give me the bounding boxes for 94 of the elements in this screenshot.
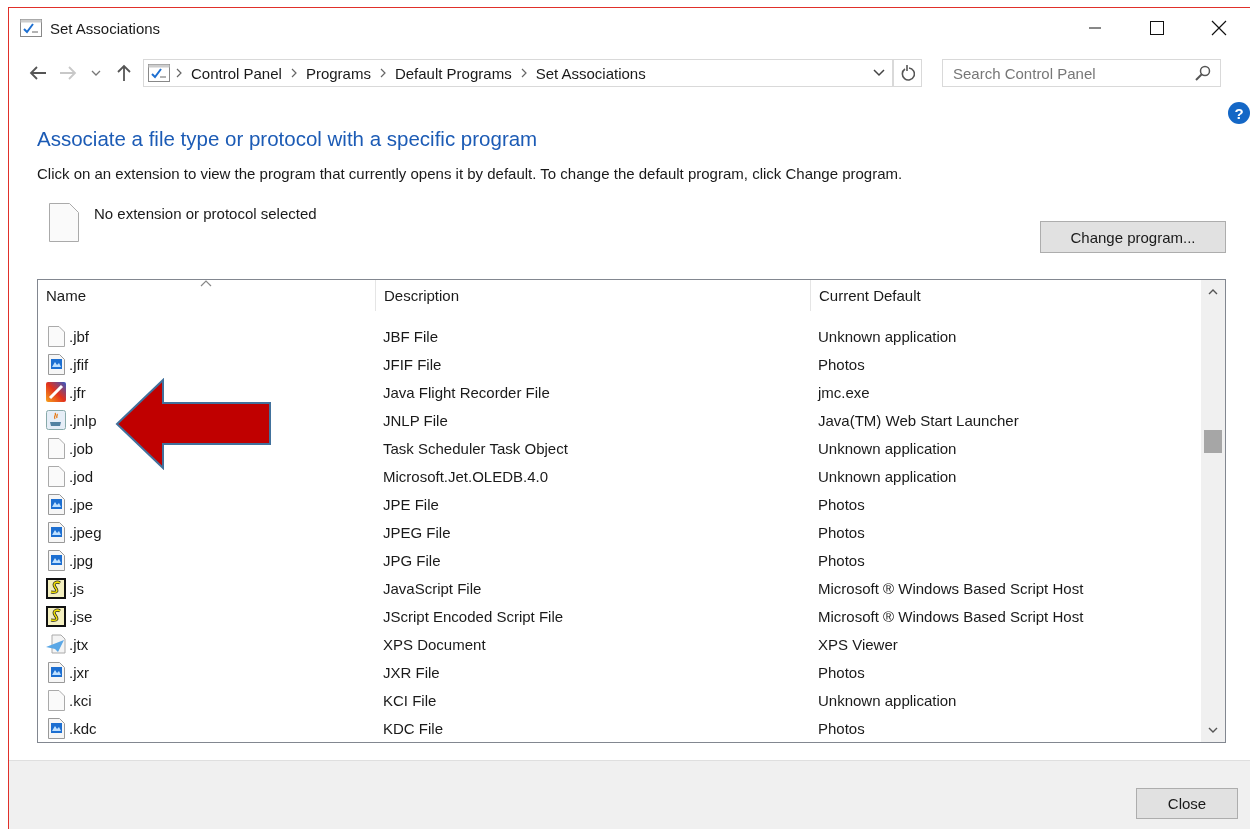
paper-plane-icon	[46, 634, 66, 654]
image-file-icon	[47, 661, 65, 683]
image-file-icon	[47, 493, 65, 515]
scrollbar-thumb[interactable]	[1204, 430, 1222, 453]
extension-cell[interactable]: .js	[69, 579, 84, 597]
up-arrow-icon[interactable]	[117, 64, 131, 82]
name-column-header[interactable]: Name	[38, 280, 375, 311]
default-program-cell-text: Unknown application	[817, 467, 958, 485]
description-cell-text: JavaScript File	[382, 579, 483, 597]
blank-file-icon	[47, 437, 65, 459]
extension-cell[interactable]: .jtx	[69, 635, 89, 653]
description-cell-text: KCI File	[382, 691, 438, 709]
breadcrumb-link[interactable]: Set Associations	[532, 64, 649, 82]
maximize-icon[interactable]	[1150, 21, 1164, 35]
extension-cell[interactable]: .jse	[69, 607, 93, 625]
chevron-down-icon[interactable]	[91, 70, 101, 76]
extension-cell[interactable]: .kdc	[69, 719, 97, 737]
image-file-icon	[47, 717, 65, 739]
breadcrumb-link[interactable]: Programs	[302, 64, 374, 82]
scroll-down-icon[interactable]	[1208, 727, 1218, 733]
instructions-text: Click on an extension to view the program that currently opens it by default. To change the default program, click Change program.	[37, 165, 904, 182]
chevron-icon	[290, 68, 297, 78]
chevron-down-icon[interactable]	[873, 69, 885, 77]
chevron-icon	[379, 68, 386, 78]
image-file-icon	[47, 521, 65, 543]
close-icon[interactable]	[1211, 20, 1227, 36]
blank-file-icon	[47, 465, 65, 487]
window-title: Set Associations	[50, 19, 162, 37]
image-file-icon	[47, 353, 65, 375]
back-arrow-icon[interactable]	[29, 66, 47, 80]
description-cell-text: JPG File	[382, 551, 442, 569]
extension-cell[interactable]: .jnlp	[69, 411, 97, 429]
breadcrumb-link[interactable]: Default Programs	[391, 64, 515, 82]
close-button[interactable]: Close	[1136, 788, 1238, 819]
extension-cell[interactable]: .jpe	[69, 495, 94, 513]
default-program-cell-text: Photos	[817, 663, 866, 681]
description-cell-text: JXR File	[382, 663, 441, 681]
default-program-cell-text: Unknown application	[817, 691, 958, 709]
default-program-cell-text: Unknown application	[817, 439, 958, 457]
default-program-cell-text: Photos	[817, 355, 866, 373]
java-cup-icon	[46, 410, 66, 430]
address-bar[interactable]: Control Panel Programs Default Programs Set Associations	[143, 59, 893, 87]
default-program-cell-text: Microsoft ® Windows Based Script Host	[817, 607, 1085, 625]
default-program-cell-text: jmc.exe	[816, 383, 871, 401]
change-program-button[interactable]: Change program...	[1040, 221, 1226, 253]
extension-cell[interactable]: .jpg	[69, 551, 94, 569]
window-app-icon	[20, 19, 42, 37]
page-heading: Associate a file type or protocol with a specific program	[37, 127, 539, 151]
selection-status-text: No extension or protocol selected	[94, 205, 318, 222]
extension-cell[interactable]: .job	[69, 439, 94, 457]
default-program-cell-text: Java(TM) Web Start Launcher	[817, 411, 1020, 429]
extension-cell[interactable]: .jbf	[69, 327, 89, 345]
description-cell-text: Microsoft.Jet.OLEDB.4.0	[382, 467, 550, 485]
default-program-cell-text: Microsoft ® Windows Based Script Host	[817, 579, 1085, 597]
description-cell-text: JScript Encoded Script File	[382, 607, 565, 625]
description-cell-text: JBF File	[382, 327, 439, 345]
description-cell-text: XPS Document	[382, 635, 487, 653]
recorder-app-icon	[46, 382, 66, 402]
blank-file-icon	[47, 325, 65, 347]
default-program-cell-text: Photos	[817, 551, 866, 569]
extension-cell[interactable]: .jfif	[69, 355, 89, 373]
scroll-up-icon[interactable]	[1208, 289, 1218, 295]
default-program-cell-text: Unknown application	[817, 327, 958, 345]
default-program-cell-text: XPS Viewer	[817, 635, 899, 653]
description-cell-text: JFIF File	[382, 355, 443, 373]
chevron-icon	[520, 68, 527, 78]
blank-file-icon	[47, 689, 65, 711]
blank-file-icon	[49, 203, 79, 242]
description-cell-text: KDC File	[382, 719, 444, 737]
extension-cell[interactable]: .jod	[69, 467, 94, 485]
breadcrumb-link[interactable]: Control Panel	[188, 64, 285, 82]
description-cell-text: JNLP File	[382, 411, 449, 429]
default-program-cell-text: Photos	[817, 523, 866, 541]
refresh-button[interactable]	[893, 59, 922, 87]
description-cell-text: Task Scheduler Task Object	[382, 439, 569, 457]
extension-cell[interactable]: .kci	[69, 691, 92, 709]
default-program-cell-text: Photos	[817, 719, 866, 737]
extension-cell[interactable]: .jxr	[69, 663, 89, 681]
extension-cell[interactable]: .jfr	[69, 383, 86, 401]
script-file-icon	[46, 577, 66, 599]
extension-cell[interactable]: .jpeg	[69, 523, 102, 541]
description-cell-text: JPEG File	[382, 523, 452, 541]
search-icon	[1195, 65, 1211, 81]
default-program-cell-text: Photos	[817, 495, 866, 513]
image-file-icon	[47, 549, 65, 571]
chevron-icon	[176, 68, 182, 78]
control-panel-icon	[148, 64, 170, 82]
search-field[interactable]: Search Control Panel	[942, 59, 1221, 87]
script-file-icon	[46, 605, 66, 627]
description-column-header[interactable]: Description	[375, 280, 810, 311]
vertical-scrollbar[interactable]	[1201, 280, 1225, 742]
help-button[interactable]: ?	[1228, 102, 1250, 124]
description-cell-text: Java Flight Recorder File	[382, 383, 551, 401]
description-cell-text: JPE File	[382, 495, 440, 513]
